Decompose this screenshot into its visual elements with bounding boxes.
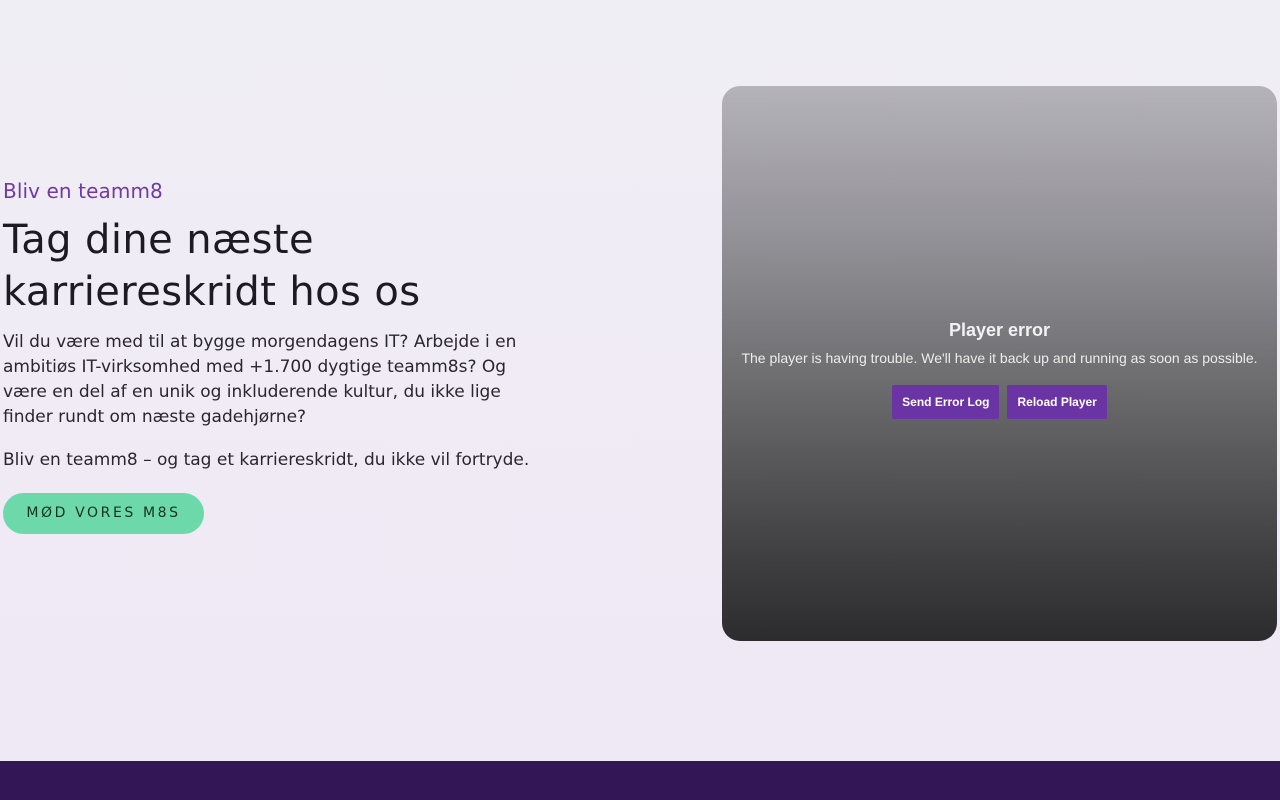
- player-error-message: The player is having trouble. We'll have…: [741, 350, 1258, 366]
- video-player[interactable]: Player error The player is having troubl…: [722, 86, 1277, 641]
- meet-our-m8s-button[interactable]: MØD VORES M8S: [3, 493, 204, 534]
- reload-player-button[interactable]: Reload Player: [1007, 385, 1107, 419]
- hero-eyebrow: Bliv en teamm8: [3, 179, 163, 203]
- hero-paragraph-1: Vil du være med til at bygge morgendagen…: [3, 332, 517, 427]
- player-error-actions: Send Error Log Reload Player: [722, 385, 1277, 419]
- footer-bar: [0, 761, 1280, 800]
- player-error-title: Player error: [948, 320, 1051, 340]
- send-error-log-button[interactable]: Send Error Log: [892, 385, 1000, 419]
- hero-paragraph-2: Bliv en teamm8 – og tag et karriereskrid…: [3, 450, 530, 470]
- hero-headline: Tag dine næste karriereskridt hos os: [3, 217, 421, 315]
- player-error-panel: Player error The player is having troubl…: [722, 319, 1277, 419]
- hero-text-block: Bliv en teamm8 Tag dine næste karrieresk…: [3, 178, 563, 534]
